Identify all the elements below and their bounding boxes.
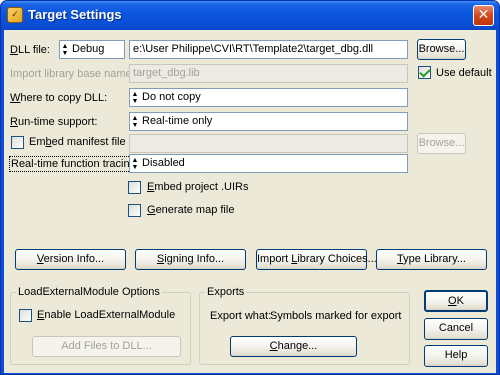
embed-uirs-label: Embed project .UIRs [147,181,249,193]
spinner-arrows-icon[interactable]: ▲ ▼ [60,41,70,58]
ok-button[interactable]: OK [424,290,488,312]
load-external-module-group-title: LoadExternalModule Options [16,285,162,299]
generate-map-label: Generate map file [147,204,235,216]
signing-info-button[interactable]: Signing Info... [135,249,246,270]
dialog-body: DLL file: ▲ ▼ Debug e:\User Philippe\CVI\… [4,30,496,373]
where-to-copy-spinner[interactable]: ▲ ▼ Do not copy [129,88,408,107]
dll-config-spinner[interactable]: ▲ ▼ Debug [59,40,125,59]
embed-manifest-checkbox[interactable] [11,136,24,149]
import-library-label: Import library base name: [10,68,135,80]
enable-load-external-label: Enable LoadExternalModule [37,309,176,321]
target-settings-window: ✓ Target Settings ✕ DLL file: ▲ ▼ Debug e… [0,0,500,375]
exports-group-title: Exports [205,285,247,299]
where-to-copy-value: Do not copy [142,91,201,103]
embed-uirs-checkbox[interactable] [128,181,141,194]
import-library-field[interactable]: target_dbg.lib [129,64,408,83]
export-what-value: Symbols marked for export [270,310,402,322]
export-what-label: Export what: [210,310,272,322]
manifest-path-field[interactable] [129,134,408,153]
version-info-button[interactable]: Version Info... [15,249,126,270]
cancel-button[interactable]: Cancel [424,318,488,340]
runtime-support-spinner[interactable]: ▲ ▼ Real-time only [129,112,408,131]
spinner-arrows-icon[interactable]: ▲ ▼ [130,113,140,130]
dll-browse-button[interactable]: Browse... [417,39,466,60]
embed-manifest-label: Embed manifest file [29,136,126,148]
manifest-browse-button[interactable]: Browse... [417,133,466,154]
cvi-app-icon: ✓ [7,7,23,23]
use-default-label: Use default [436,67,492,79]
add-files-to-dll-button[interactable]: Add Files to DLL... [32,336,181,357]
title-bar[interactable]: ✓ Target Settings ✕ [1,1,499,30]
runtime-support-label: Run-time support: [10,116,98,128]
function-tracing-spinner[interactable]: ▲ ▼ Disabled [129,154,408,173]
change-exports-button[interactable]: Change... [230,336,357,357]
function-tracing-label: Real-time function tracing: [11,158,139,170]
dll-file-label: DLL file: [10,44,50,56]
dll-path-field[interactable]: e:\User Philippe\CVI\RT\Template2\target… [129,40,408,59]
exports-group: Exports Export what: Symbols marked for … [199,285,410,365]
use-default-checkbox[interactable] [418,66,431,79]
spinner-arrows-icon[interactable]: ▲ ▼ [130,89,140,106]
import-library-choices-button[interactable]: Import Library Choices... [256,249,377,270]
type-library-button[interactable]: Type Library... [376,249,487,270]
dll-config-value: Debug [72,43,105,55]
window-title: Target Settings [28,7,122,22]
spinner-arrows-icon[interactable]: ▲ ▼ [130,155,140,172]
function-tracing-value: Disabled [142,157,185,169]
close-button[interactable]: ✕ [473,5,494,26]
runtime-support-value: Real-time only [142,115,213,127]
help-button[interactable]: Help [424,345,488,367]
enable-load-external-checkbox[interactable] [19,309,32,322]
load-external-module-group: LoadExternalModule Options Enable LoadEx… [10,285,191,365]
generate-map-checkbox[interactable] [128,204,141,217]
where-to-copy-label: Where to copy DLL: [10,92,108,104]
